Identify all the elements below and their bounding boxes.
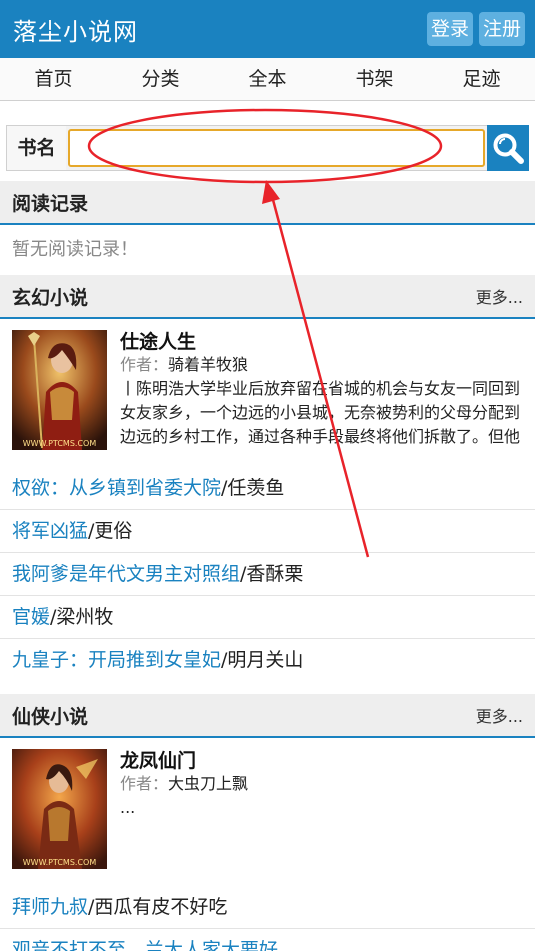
xuanhuan-book-list: 权欲：从乡镇到省委大院/任羡鱼 将军凶猛/更俗 我阿爹是年代文男主对照组/香酥栗… [0, 467, 535, 682]
main-nav: 首页 分类 全本 书架 足迹 [0, 58, 535, 101]
search-input[interactable] [68, 129, 485, 167]
book-title-link[interactable]: 九皇子：开局推到女皇妃 [12, 649, 221, 671]
register-button[interactable]: 注册 [479, 12, 525, 46]
author-label: 作者： [120, 355, 169, 374]
list-item[interactable]: 观音不打不至，兰大人家大要好 [0, 929, 535, 951]
reading-history-empty: 暂无阅读记录！ [12, 239, 138, 260]
featured-book-info: 龙凤仙门 作者：大虫刀上飘 ... [107, 749, 535, 874]
list-item[interactable]: 官媛/梁州牧 [0, 596, 535, 639]
xuanhuan-title: 玄幻小说 [12, 286, 89, 309]
search-icon [493, 133, 524, 164]
book-cover[interactable]: WWW.PTCMS.COM [12, 330, 107, 450]
featured-book-description: ... [120, 798, 136, 817]
featured-book-author: 大虫刀上飘 [168, 774, 249, 793]
featured-book-description: 丨陈明浩大学毕业后放弃留在省城的机会与女友一同回到女友家乡，一个边远的小县城，无… [120, 379, 521, 446]
book-author: 明月关山 [227, 649, 304, 671]
list-item[interactable]: 将军凶猛/更俗 [0, 510, 535, 553]
xianxia-header: 仙侠小说 更多... [0, 694, 535, 738]
book-title-link[interactable]: 官媛 [12, 606, 50, 628]
cover-art-image [12, 330, 107, 450]
cover-art-image [12, 749, 107, 869]
book-author: 西瓜有皮不好吃 [94, 896, 228, 918]
nav-home[interactable]: 首页 [0, 58, 107, 100]
list-item[interactable]: 我阿爹是年代文男主对照组/香酥栗 [0, 553, 535, 596]
site-header: 落尘小说网 登录 注册 [0, 0, 535, 58]
book-title-link[interactable]: 观音不打不至，兰大人家大要好 [12, 939, 278, 951]
reading-history-title: 阅读记录 [12, 192, 89, 215]
reading-history-header: 阅读记录 [0, 181, 535, 225]
xianxia-more-link[interactable]: 更多... [476, 703, 523, 727]
xianxia-title: 仙侠小说 [12, 705, 89, 728]
nav-complete[interactable]: 全本 [214, 58, 321, 100]
featured-book-author-line: 作者：大虫刀上飘 [120, 773, 535, 795]
xianxia-book-list: 拜师九叔/西瓜有皮不好吃 观音不打不至，兰大人家大要好 [0, 886, 535, 951]
list-item[interactable]: 权欲：从乡镇到省委大院/任羡鱼 [0, 467, 535, 510]
search-bar: 书名 [6, 125, 529, 171]
book-author: 香酥栗 [246, 563, 304, 585]
featured-book-author-line: 作者：骑着羊牧狼 [120, 354, 535, 376]
nav-category[interactable]: 分类 [107, 58, 214, 100]
book-cover[interactable]: WWW.PTCMS.COM [12, 749, 107, 869]
book-title-link[interactable]: 将军凶猛 [12, 520, 88, 542]
featured-book-author: 骑着羊牧狼 [168, 355, 249, 374]
book-author: 任羡鱼 [227, 477, 285, 499]
book-title-link[interactable]: 权欲：从乡镇到省委大院 [12, 477, 221, 499]
search-button[interactable] [487, 125, 529, 171]
book-title-link[interactable]: 拜师九叔 [12, 896, 88, 918]
list-item[interactable]: 拜师九叔/西瓜有皮不好吃 [0, 886, 535, 929]
featured-book-title[interactable]: 龙凤仙门 [120, 749, 535, 773]
auth-buttons: 登录 注册 [427, 12, 525, 46]
xianxia-featured-book[interactable]: WWW.PTCMS.COM 龙凤仙门 作者：大虫刀上飘 ... [0, 738, 535, 874]
xuanhuan-more-link[interactable]: 更多... [476, 284, 523, 308]
featured-book-info: 仕途人生 作者：骑着羊牧狼 丨陈明浩大学毕业后放弃留在省城的机会与女友一同回到女… [107, 330, 535, 455]
search-label: 书名 [6, 125, 66, 171]
login-button[interactable]: 登录 [427, 12, 473, 46]
author-label: 作者： [120, 774, 169, 793]
cover-watermark: WWW.PTCMS.COM [22, 439, 97, 448]
book-title-link[interactable]: 我阿爹是年代文男主对照组 [12, 563, 240, 585]
list-item[interactable]: 九皇子：开局推到女皇妃/明月关山 [0, 639, 535, 682]
cover-watermark: WWW.PTCMS.COM [22, 858, 97, 867]
xuanhuan-featured-book[interactable]: WWW.PTCMS.COM 仕途人生 作者：骑着羊牧狼 丨陈明浩大学毕业后放弃留… [0, 319, 535, 455]
book-author: 更俗 [94, 520, 133, 542]
book-author: 梁州牧 [56, 606, 114, 628]
nav-bookshelf[interactable]: 书架 [321, 58, 428, 100]
xuanhuan-header: 玄幻小说 更多... [0, 275, 535, 319]
featured-book-title[interactable]: 仕途人生 [120, 330, 535, 354]
search-input-wrap [66, 125, 487, 171]
spacer [0, 101, 535, 125]
site-title[interactable]: 落尘小说网 [13, 12, 138, 47]
nav-history[interactable]: 足迹 [428, 58, 535, 100]
